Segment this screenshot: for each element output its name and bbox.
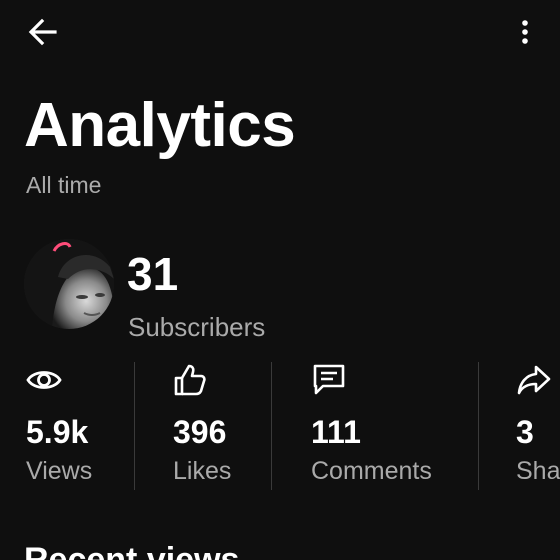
stat-divider <box>134 362 135 490</box>
shares-value: 3 <box>516 414 534 450</box>
views-value: 5.9k <box>26 414 89 450</box>
period-label: All time <box>26 172 102 198</box>
shares-label: Shares <box>516 457 560 485</box>
share-icon <box>516 362 552 398</box>
page-title: Analytics <box>24 91 296 160</box>
back-arrow-icon <box>28 18 57 46</box>
likes-label: Likes <box>173 457 232 485</box>
recent-views-heading: Recent views <box>24 541 240 560</box>
views-label: Views <box>26 457 93 485</box>
likes-value: 396 <box>173 414 227 450</box>
back-button[interactable] <box>26 16 60 48</box>
more-options-button[interactable] <box>508 14 542 50</box>
subscriber-count: 31 <box>127 248 179 300</box>
more-vertical-icon <box>522 20 528 44</box>
stat-divider <box>271 362 272 490</box>
eye-icon <box>26 362 62 398</box>
avatar[interactable] <box>24 239 114 329</box>
comments-value: 111 <box>311 414 361 450</box>
stat-divider <box>478 362 479 490</box>
comment-icon <box>311 362 347 398</box>
comments-label: Comments <box>311 457 432 485</box>
analytics-screen: Analytics All time 31 Subscribers 5.9k V… <box>0 0 560 560</box>
thumbs-up-icon <box>173 362 209 398</box>
subscriber-label: Subscribers <box>128 312 266 342</box>
channel-avatar-image <box>24 239 114 329</box>
